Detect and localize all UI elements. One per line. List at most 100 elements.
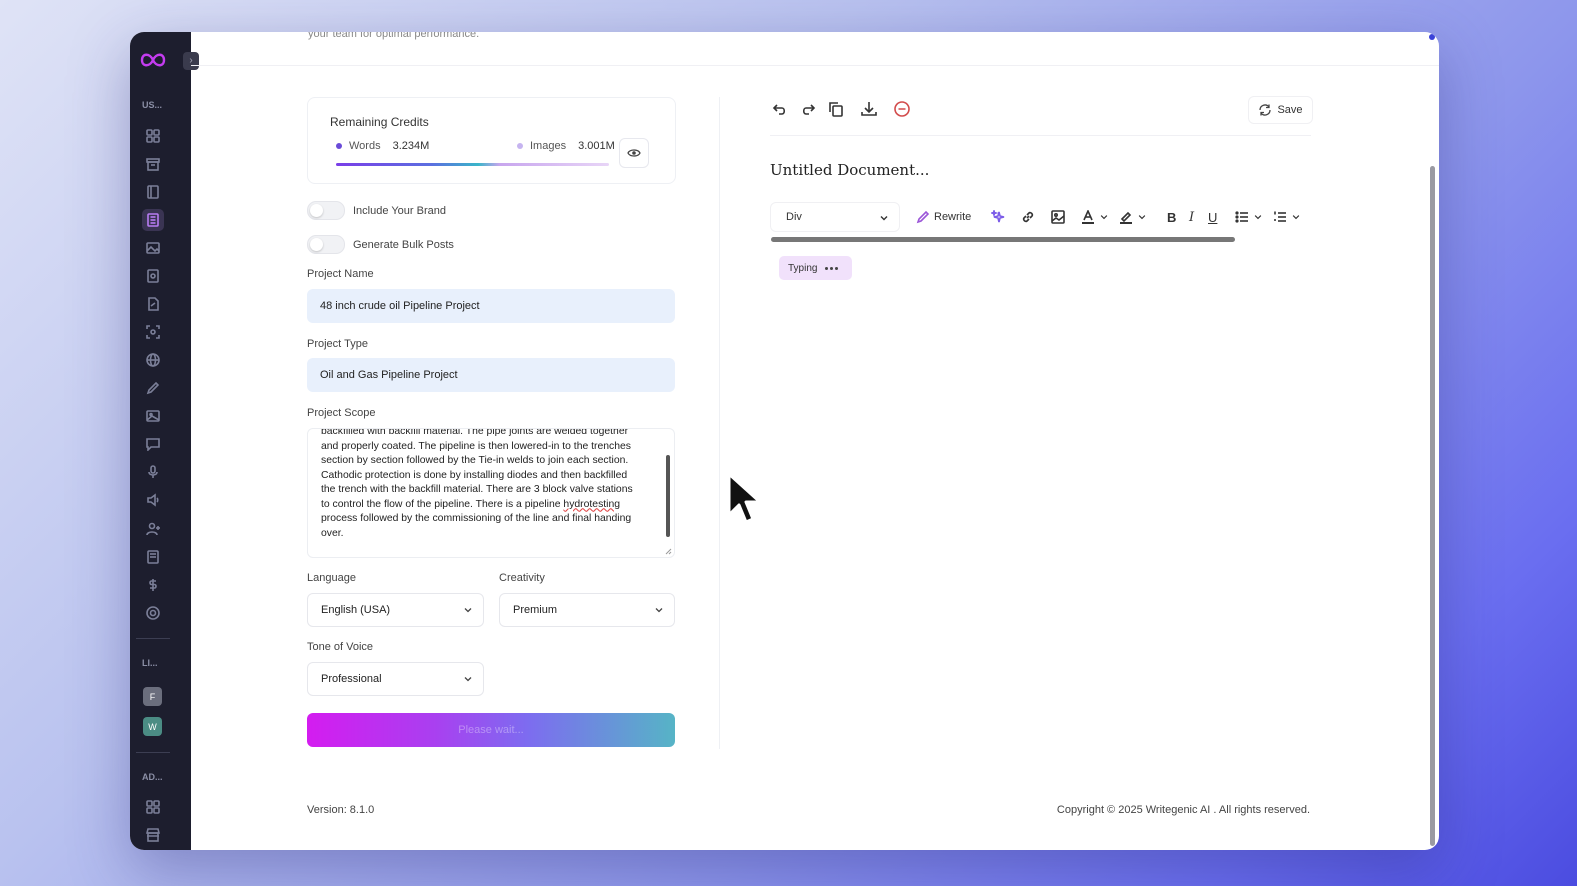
rewrite-button[interactable]: Rewrite — [916, 209, 971, 225]
document-title[interactable]: Untitled Document... — [770, 161, 929, 179]
sidebar-item-users[interactable] — [142, 518, 164, 540]
toolbar-scrollbar[interactable] — [771, 237, 1235, 242]
pen-icon — [916, 210, 930, 224]
chevron-down-icon — [655, 608, 663, 613]
images-value: 3.001M — [578, 140, 615, 152]
words-label: Words — [349, 140, 381, 152]
text-color-button[interactable] — [1081, 209, 1109, 225]
page-scrollbar[interactable] — [1430, 166, 1435, 846]
sidebar-item-images[interactable] — [142, 237, 164, 259]
ai-sparkle-button[interactable] — [991, 209, 1005, 225]
include-brand-toggle[interactable] — [307, 201, 345, 220]
sidebar-item-admin-store[interactable] — [142, 824, 164, 846]
language-value: English (USA) — [321, 604, 391, 616]
link-button[interactable] — [1021, 209, 1035, 225]
sidebar-item-support[interactable] — [142, 602, 164, 624]
workspace-avatar-w[interactable]: W — [143, 717, 162, 736]
toggle-credits-visibility-button[interactable] — [619, 138, 649, 168]
tone-value: Professional — [321, 673, 382, 685]
undo-button[interactable] — [771, 100, 789, 118]
sidebar-item-ai-document[interactable] — [142, 265, 164, 287]
block-type-value: Div — [786, 211, 802, 223]
writegenic-logo[interactable] — [138, 48, 168, 72]
sidebar-section-user: US... — [142, 100, 163, 110]
dollar-icon — [149, 579, 157, 591]
store-icon — [146, 828, 160, 842]
collapse-sidebar-button[interactable]: › — [183, 52, 199, 70]
header-divider — [191, 65, 1439, 66]
page-subtitle: your team for optimal performance. — [308, 32, 480, 40]
image-icon — [1051, 210, 1065, 224]
sidebar-item-write[interactable] — [142, 377, 164, 399]
sidebar-item-documents[interactable] — [142, 181, 164, 203]
highlight-color-button[interactable] — [1119, 209, 1147, 225]
textarea-scrollbar[interactable] — [666, 455, 670, 537]
generate-button[interactable]: Please wait... — [307, 713, 675, 747]
file-star-icon — [147, 269, 159, 283]
scope-line: section by section followed by the Tie-i… — [321, 455, 629, 466]
mouse-cursor-icon — [727, 472, 762, 524]
save-label: Save — [1277, 104, 1303, 116]
italic-icon: I — [1189, 209, 1195, 225]
sidebar-item-audio[interactable] — [142, 489, 164, 511]
sidebar-item-archive[interactable] — [142, 153, 164, 175]
resize-handle-icon[interactable] — [665, 548, 672, 555]
insert-image-button[interactable] — [1051, 209, 1065, 225]
language-select[interactable]: English (USA) — [307, 593, 484, 627]
refresh-icon — [1259, 104, 1272, 116]
microphone-icon — [148, 465, 158, 478]
panel-divider — [719, 97, 720, 749]
underline-icon: U — [1208, 209, 1218, 225]
bold-button[interactable]: B — [1167, 209, 1176, 225]
sidebar-item-dashboard[interactable] — [142, 125, 164, 147]
words-dot — [336, 143, 342, 149]
workspace-avatar-f[interactable]: F — [143, 687, 162, 706]
save-button[interactable]: Save — [1248, 96, 1313, 124]
chevron-down-icon — [1292, 215, 1300, 220]
speaker-icon — [147, 493, 159, 507]
misspelled-word: hydrotesting — [563, 498, 621, 510]
project-scope-label: Project Scope — [307, 407, 376, 419]
project-scope-textarea[interactable]: backfilled with backfill material. The p… — [307, 428, 675, 558]
download-button[interactable] — [860, 100, 878, 118]
bulk-posts-toggle[interactable] — [307, 235, 345, 254]
rewrite-label: Rewrite — [934, 211, 972, 223]
redo-button[interactable] — [799, 100, 817, 118]
numbered-list-button[interactable] — [1273, 209, 1301, 225]
underline-button[interactable]: U — [1208, 209, 1217, 225]
chevron-down-icon — [464, 608, 472, 613]
stop-circle-icon — [894, 101, 910, 117]
creativity-select[interactable]: Premium — [499, 593, 675, 627]
scope-line-part: to control the flow of the pipeline. The… — [321, 498, 561, 510]
typing-indicator: Typing — [779, 256, 852, 280]
sidebar-item-library[interactable] — [142, 546, 164, 568]
project-type-input[interactable]: Oil and Gas Pipeline Project — [307, 358, 675, 392]
sidebar-item-chat[interactable] — [142, 433, 164, 455]
formatting-toolbar: Div Rewrite B I U — [770, 202, 1311, 232]
picture-icon — [146, 410, 160, 422]
bullet-list-icon — [1235, 211, 1248, 223]
sidebar-item-billing[interactable] — [142, 574, 164, 596]
sidebar-item-gallery[interactable] — [142, 405, 164, 427]
sidebar-item-scan[interactable] — [142, 321, 164, 343]
words-value: 3.234M — [392, 140, 430, 152]
sidebar-item-editor[interactable] — [142, 293, 164, 315]
stop-button[interactable] — [893, 100, 911, 118]
sidebar-item-voice[interactable] — [142, 461, 164, 483]
bullet-list-button[interactable] — [1235, 209, 1263, 225]
sidebar-item-admin-dashboard[interactable] — [142, 796, 164, 818]
bold-icon: B — [1167, 209, 1177, 225]
copy-button[interactable] — [827, 100, 845, 118]
scope-line: process followed by the commissioning of… — [321, 513, 632, 524]
block-type-select[interactable]: Div — [770, 202, 900, 232]
chevron-down-icon — [1138, 215, 1146, 220]
italic-button[interactable]: I — [1189, 209, 1194, 225]
chevron-down-icon — [1254, 215, 1262, 220]
remaining-credits-card: Remaining Credits Words 3.234M Images 3.… — [307, 97, 676, 184]
images-credit: Images 3.001M — [517, 140, 615, 152]
sidebar-item-web[interactable] — [142, 349, 164, 371]
scope-line: and properly coated. The pipeline is the… — [321, 440, 631, 452]
project-name-input[interactable]: 48 inch crude oil Pipeline Project — [307, 289, 675, 323]
sidebar-item-templates[interactable] — [142, 209, 164, 231]
tone-select[interactable]: Professional — [307, 662, 484, 696]
